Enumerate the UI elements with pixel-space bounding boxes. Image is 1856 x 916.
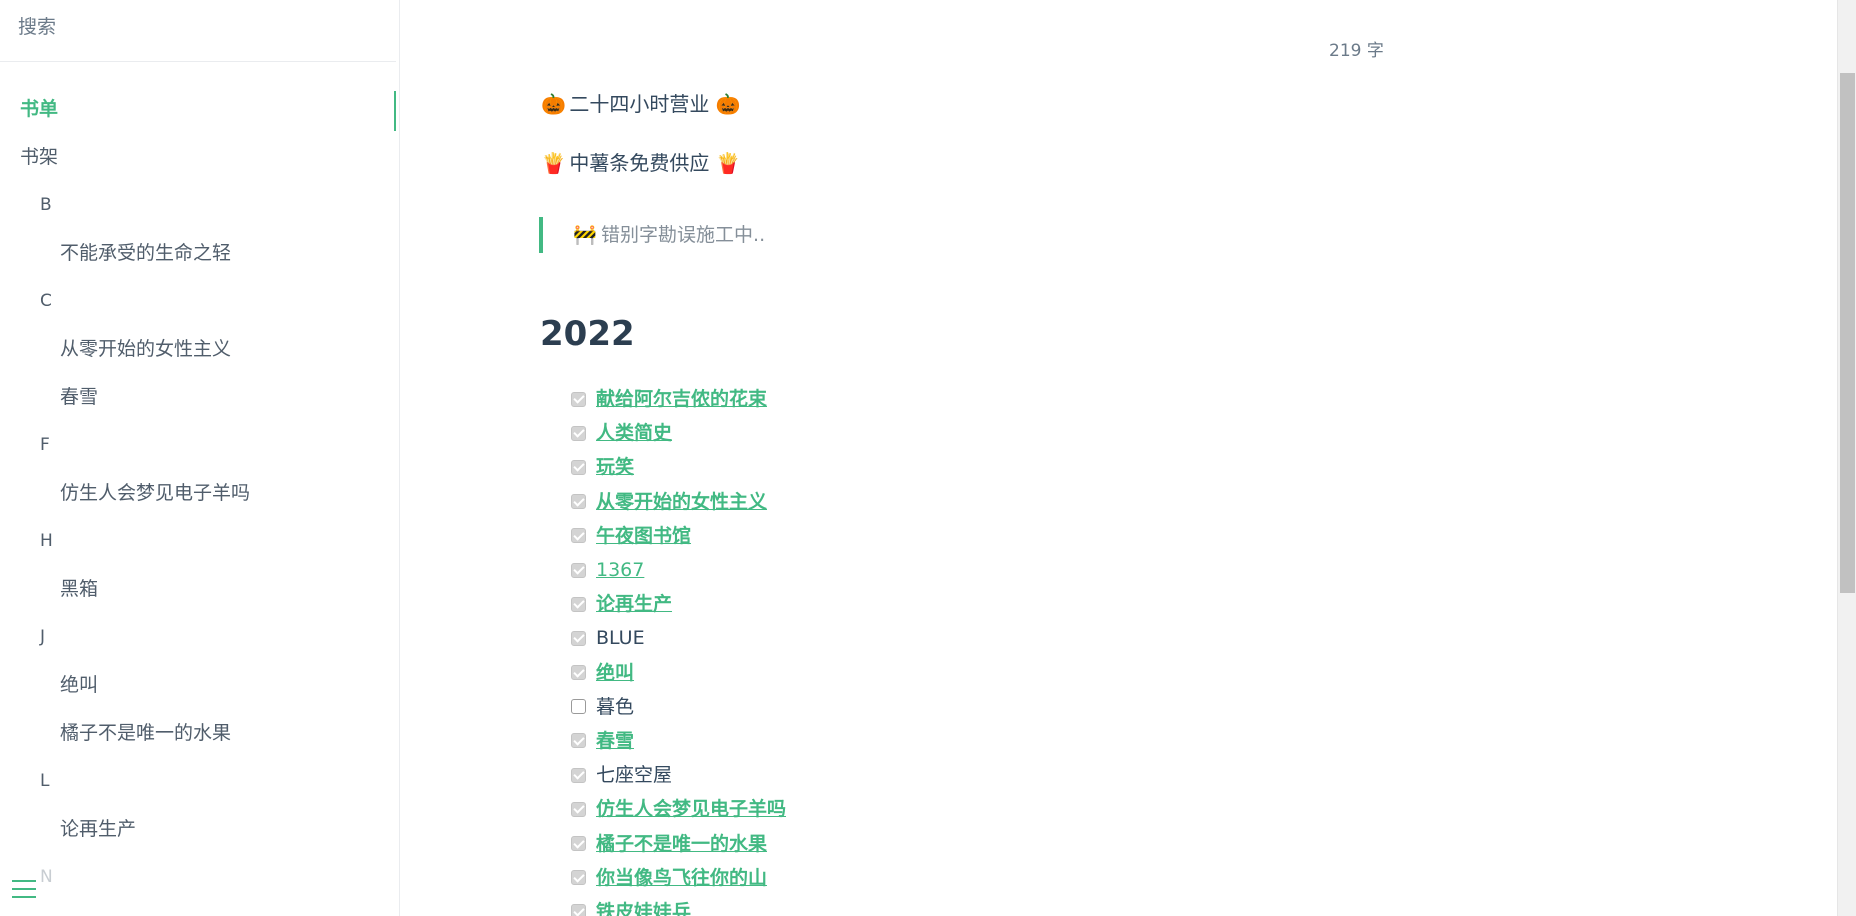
intro-line-2: 🍟 中薯条免费供应 🍟 [541, 147, 741, 176]
sidebar-item[interactable]: 橘子不是唯一的水果 [0, 709, 396, 757]
book-list-item: 仿生人会梦见电子羊吗 [571, 792, 786, 826]
sidebar-section-letter[interactable]: H [0, 517, 396, 565]
book-link[interactable]: 春雪 [596, 724, 634, 758]
checked-checkbox [571, 870, 586, 886]
sidebar-item[interactable]: 从零开始的女性主义 [0, 325, 396, 373]
book-link[interactable]: 玩笑 [596, 450, 634, 484]
checked-checkbox [571, 836, 586, 852]
book-list-item: BLUE [571, 621, 786, 655]
book-link[interactable]: 仿生人会梦见电子羊吗 [596, 792, 786, 826]
book-list-item: 玩笑 [571, 450, 786, 484]
checked-checkbox [571, 528, 586, 544]
book-list-item: 绝叫 [571, 656, 786, 690]
fries-icon: 🍟 [541, 151, 566, 175]
sidebar-item[interactable]: 不能承受的生命之轻 [0, 229, 396, 277]
book-list-item: 献给阿尔吉侬的花束 [571, 382, 786, 416]
checked-checkbox [571, 562, 586, 578]
year-heading: 2022 [540, 314, 635, 354]
book-list-item: 人类简史 [571, 416, 786, 450]
book-list-item: 从零开始的女性主义 [571, 485, 786, 519]
search-box [0, 0, 396, 62]
book-list-item: 午夜图书馆 [571, 519, 786, 553]
book-link[interactable]: 从零开始的女性主义 [596, 485, 767, 519]
checked-checkbox [571, 494, 586, 510]
book-link[interactable]: 橘子不是唯一的水果 [596, 827, 767, 861]
menu-toggle-icon[interactable] [12, 880, 36, 904]
intro-line-1: 🎃 二十四小时营业 🎃 [541, 88, 741, 117]
book-link[interactable]: 午夜图书馆 [596, 519, 691, 553]
scrollbar-thumb[interactable] [1840, 73, 1855, 593]
search-input[interactable] [8, 10, 378, 44]
construction-icon: 🚧 [573, 224, 597, 246]
notice-blockquote: 🚧 错别字勘误施工中.. [539, 217, 765, 253]
checked-checkbox [571, 767, 586, 783]
sidebar-item[interactable]: 黑箱 [0, 565, 396, 613]
sidebar-section-letter[interactable]: N [0, 853, 396, 901]
book-list-item: 春雪 [571, 724, 786, 758]
book-link[interactable]: 绝叫 [596, 656, 634, 690]
intro-line-1-text: 二十四小时营业 [569, 92, 710, 116]
sidebar-item[interactable]: 论再生产 [0, 805, 396, 853]
checked-checkbox [571, 733, 586, 749]
sidebar-section-letter[interactable]: C [0, 277, 396, 325]
book-list-item: 论再生产 [571, 587, 786, 621]
book-list-item: 1367 [571, 553, 786, 587]
book-title: 七座空屋 [596, 764, 673, 787]
main-content: 219 字 🎃 二十四小时营业 🎃 🍟 中薯条免费供应 🍟 🚧 错别字勘误施工中… [401, 0, 1837, 916]
book-list-item: 铁皮娃娃兵 [571, 895, 786, 916]
sidebar-section-letter[interactable]: J [0, 613, 396, 661]
sidebar-section-letter[interactable]: F [0, 421, 396, 469]
word-count: 219 字 [1329, 41, 1384, 61]
sidebar-section-letter[interactable]: B [0, 181, 396, 229]
sidebar-item[interactable]: 春雪 [0, 373, 396, 421]
sidebar: 书单书架B不能承受的生命之轻C从零开始的女性主义春雪F仿生人会梦见电子羊吗H黑箱… [0, 0, 400, 916]
book-link[interactable]: 人类简史 [596, 416, 672, 450]
book-list-item: 暮色 [571, 690, 786, 724]
checked-checkbox [571, 459, 586, 475]
book-link[interactable]: 1367 [596, 553, 644, 587]
book-list-item: 橘子不是唯一的水果 [571, 826, 786, 860]
pumpkin-icon: 🎃 [715, 92, 741, 116]
checked-checkbox [571, 596, 586, 612]
checked-checkbox [571, 665, 586, 681]
sidebar-item[interactable]: 书架 [0, 133, 396, 181]
checked-checkbox [571, 425, 586, 441]
intro-line-2-text: 中薯条免费供应 [569, 151, 710, 175]
book-title: 暮色 [596, 695, 635, 718]
book-list: 献给阿尔吉侬的花束 人类简史 玩笑 从零开始的女性主义 午夜图书馆 1367 论再生产 BLU… [571, 382, 786, 916]
sidebar-item[interactable]: 书单 [0, 85, 396, 133]
fries-icon: 🍟 [715, 151, 741, 175]
notice-text: 错别字勘误施工中.. [601, 224, 766, 246]
book-link[interactable]: 论再生产 [596, 587, 672, 621]
book-link[interactable]: 你当像鸟飞往你的山 [596, 861, 767, 895]
book-title: BLUE [596, 627, 645, 650]
pumpkin-icon: 🎃 [541, 92, 566, 116]
book-link[interactable]: 献给阿尔吉侬的花束 [596, 382, 767, 416]
unchecked-checkbox [571, 699, 586, 715]
checked-checkbox [571, 801, 586, 817]
book-link[interactable]: 铁皮娃娃兵 [596, 895, 691, 916]
sidebar-section-letter[interactable]: L [0, 757, 396, 805]
sidebar-nav: 书单 书架 B 不能承受的生命之轻 C 从零开始的女性主义 春雪 F 仿生人会梦见电子羊吗 H 黑箱… [0, 85, 396, 901]
scrollbar[interactable] [1837, 0, 1856, 916]
book-list-item: 七座空屋 [571, 758, 786, 792]
sidebar-item[interactable]: 仿生人会梦见电子羊吗 [0, 469, 396, 517]
sidebar-item[interactable]: 绝叫 [0, 661, 396, 709]
checked-checkbox [571, 630, 586, 646]
checked-checkbox [571, 904, 586, 916]
book-list-item: 你当像鸟飞往你的山 [571, 861, 786, 895]
checked-checkbox [571, 391, 586, 407]
